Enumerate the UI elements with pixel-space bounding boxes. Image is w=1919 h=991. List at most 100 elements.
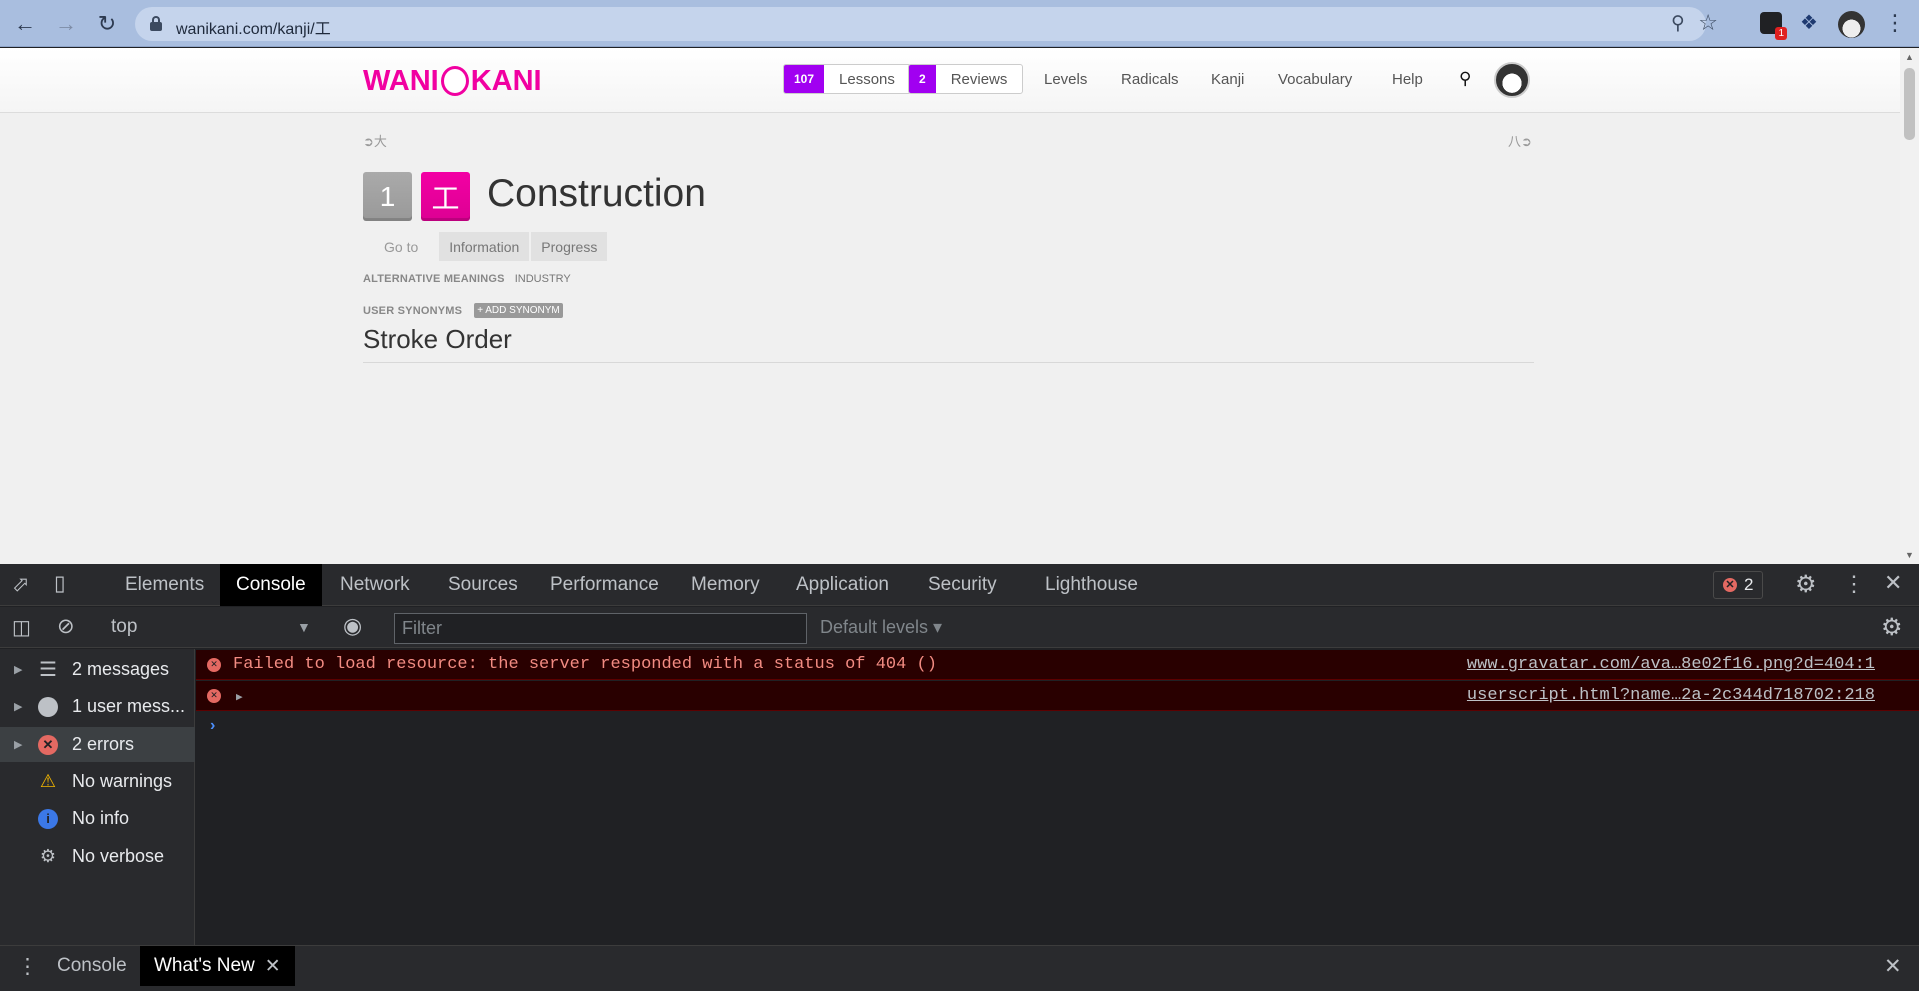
devtools-panel: ⬀ ▯ Elements Console Network Sources Per… bbox=[0, 564, 1919, 991]
zoom-icon[interactable]: ⚲ bbox=[1671, 12, 1685, 35]
nav-kanji[interactable]: Kanji bbox=[1211, 71, 1244, 88]
chevron-down-icon[interactable]: ▼ bbox=[297, 619, 311, 635]
alternative-meanings-value: INDUSTRY bbox=[514, 273, 571, 285]
tab-memory[interactable]: Memory bbox=[675, 564, 776, 606]
expand-triangle-icon[interactable]: ▶ bbox=[14, 700, 34, 713]
info-icon: i bbox=[38, 808, 58, 829]
drawer-tab-console[interactable]: Console bbox=[43, 946, 141, 986]
browser-menu-icon[interactable]: ⋮ bbox=[1884, 10, 1906, 36]
scrollbar-thumb[interactable] bbox=[1904, 68, 1915, 140]
devtools-drawer: ⋮ Console What's New ✕ ✕ bbox=[0, 945, 1919, 991]
sidebar-toggle-icon[interactable]: ◫ bbox=[12, 615, 31, 640]
sidebar-item-messages[interactable]: ▶ ☰ 2 messages bbox=[0, 652, 195, 687]
scroll-up-icon[interactable]: ▲ bbox=[1905, 52, 1914, 62]
extension-badge: 1 bbox=[1775, 27, 1787, 40]
forward-arrow-icon[interactable]: → bbox=[51, 9, 81, 39]
close-drawer-icon[interactable]: ✕ bbox=[1884, 954, 1902, 979]
list-icon: ☰ bbox=[39, 659, 57, 681]
console-source-link[interactable]: userscript.html?name…2a-2c344d718702:218 bbox=[1467, 686, 1875, 705]
tab-sources[interactable]: Sources bbox=[432, 564, 534, 606]
filter-input[interactable] bbox=[394, 613, 807, 644]
settings-gear-icon[interactable]: ⚙ bbox=[1795, 570, 1817, 599]
wanikani-logo[interactable]: WANI KANI bbox=[363, 65, 542, 98]
inspect-element-icon[interactable]: ⬀ bbox=[12, 572, 30, 597]
extension-icon[interactable]: 1 bbox=[1760, 12, 1787, 40]
drawer-menu-icon[interactable]: ⋮ bbox=[17, 954, 38, 979]
stroke-order-heading: Stroke Order bbox=[363, 324, 1534, 363]
console-output[interactable]: ✕ Failed to load resource: the server re… bbox=[196, 649, 1919, 945]
expand-triangle-icon[interactable]: ▶ bbox=[14, 738, 34, 751]
live-expression-eye-icon[interactable]: ◉ bbox=[343, 613, 362, 639]
puzzle-extensions-icon[interactable]: ❖ bbox=[1800, 12, 1822, 34]
logo-text-right: KANI bbox=[470, 65, 542, 97]
expand-triangle-icon[interactable]: ▶ bbox=[236, 690, 243, 704]
back-arrow-icon[interactable]: ← bbox=[10, 9, 40, 39]
tab-application[interactable]: Application bbox=[780, 564, 905, 606]
close-devtools-icon[interactable]: ✕ bbox=[1884, 570, 1902, 596]
sidebar-item-errors[interactable]: ▶ ✕ 2 errors bbox=[0, 727, 195, 762]
expand-triangle-icon[interactable]: ▶ bbox=[14, 663, 34, 676]
goto-information-button[interactable]: Information bbox=[439, 232, 530, 261]
console-sidebar: ▶ ☰ 2 messages ▶ 1 user mess... ▶ ✕ 2 er… bbox=[0, 649, 195, 945]
sidebar-item-verbose[interactable]: ⚙ No verbose bbox=[0, 839, 195, 874]
lock-icon bbox=[150, 16, 162, 31]
console-message-text: Failed to load resource: the server resp… bbox=[233, 655, 937, 674]
sidebar-item-info[interactable]: i No info bbox=[0, 801, 195, 836]
drawer-tab-whats-new[interactable]: What's New ✕ bbox=[140, 946, 295, 986]
nav-vocabulary[interactable]: Vocabulary bbox=[1278, 71, 1352, 88]
alternative-meanings-label: ALTERNATIVE MEANINGS bbox=[363, 273, 505, 285]
bug-icon: ⚙ bbox=[39, 846, 57, 866]
bookmark-star-icon[interactable]: ☆ bbox=[1698, 10, 1718, 36]
reviews-count: 2 bbox=[909, 65, 936, 93]
tab-lighthouse[interactable]: Lighthouse bbox=[1029, 564, 1154, 606]
error-icon: ✕ bbox=[207, 658, 221, 672]
user-avatar[interactable] bbox=[1494, 62, 1530, 98]
nav-help[interactable]: Help bbox=[1392, 71, 1423, 88]
error-count: 2 bbox=[1744, 575, 1754, 594]
error-count-badge[interactable]: ✕ 2 bbox=[1713, 571, 1764, 599]
lessons-label: Lessons bbox=[839, 70, 895, 88]
sidebar-item-label: No info bbox=[72, 808, 130, 828]
browser-toolbar: ← → ↻ wanikani.com/kanji/工 ⚲ ☆ 1 ❖ ⋮ bbox=[0, 0, 1919, 47]
context-select[interactable]: top bbox=[111, 616, 137, 638]
sidebar-item-warnings[interactable]: ⚠ No warnings bbox=[0, 764, 195, 799]
add-synonym-button[interactable]: + ADD SYNONYM bbox=[474, 303, 563, 318]
reload-icon[interactable]: ↻ bbox=[92, 9, 122, 39]
nav-levels[interactable]: Levels bbox=[1044, 71, 1087, 88]
sidebar-item-label: No warnings bbox=[72, 771, 173, 791]
tab-elements[interactable]: Elements bbox=[109, 564, 220, 606]
profile-avatar[interactable] bbox=[1838, 11, 1865, 38]
error-icon: ✕ bbox=[38, 734, 58, 755]
tab-performance[interactable]: Performance bbox=[534, 564, 675, 606]
devtools-menu-icon[interactable]: ⋮ bbox=[1843, 571, 1865, 597]
address-url[interactable]: wanikani.com/kanji/工 bbox=[176, 15, 331, 39]
console-toolbar: ◫ ⊘ top ▼ ◉ Default levels ▾ ⚙ bbox=[0, 607, 1919, 648]
console-settings-gear-icon[interactable]: ⚙ bbox=[1881, 613, 1903, 642]
alternative-meanings-row: ALTERNATIVE MEANINGS INDUSTRY bbox=[363, 273, 571, 285]
tab-network[interactable]: Network bbox=[324, 564, 426, 606]
scroll-down-icon[interactable]: ▼ bbox=[1905, 550, 1914, 560]
address-bar[interactable]: wanikani.com/kanji/工 ⚲ ☆ bbox=[135, 7, 1718, 41]
prev-kanji-link[interactable]: ➲大 bbox=[363, 131, 387, 150]
nav-radicals[interactable]: Radicals bbox=[1121, 71, 1179, 88]
clear-console-icon[interactable]: ⊘ bbox=[57, 614, 75, 639]
reviews-button[interactable]: 2 Reviews bbox=[908, 64, 1024, 94]
level-badge[interactable]: 1 bbox=[363, 172, 412, 221]
goto-progress-button[interactable]: Progress bbox=[531, 232, 608, 261]
page-viewport: WANI KANI 107 Lessons 2 Reviews Levels Ra… bbox=[0, 48, 1919, 564]
next-kanji-link[interactable]: 八➲ bbox=[1508, 131, 1532, 150]
device-toolbar-icon[interactable]: ▯ bbox=[54, 571, 66, 596]
sidebar-item-user-messages[interactable]: ▶ 1 user mess... bbox=[0, 689, 195, 724]
console-prompt-icon[interactable]: › bbox=[210, 717, 215, 735]
site-header: WANI KANI 107 Lessons 2 Reviews Levels Ra… bbox=[0, 48, 1900, 113]
default-levels-dropdown[interactable]: Default levels ▾ bbox=[820, 617, 942, 638]
console-error-row[interactable]: ✕ ▶ userscript.html?name…2a-2c344d718702… bbox=[196, 681, 1919, 711]
tab-console[interactable]: Console bbox=[220, 564, 322, 606]
tab-security[interactable]: Security bbox=[912, 564, 1013, 606]
lessons-button[interactable]: 107 Lessons bbox=[783, 64, 911, 94]
search-icon[interactable]: ⚲ bbox=[1459, 69, 1471, 89]
page-scrollbar[interactable]: ▲ ▼ bbox=[1900, 48, 1919, 564]
console-source-link[interactable]: www.gravatar.com/ava…8e02f16.png?d=404:1 bbox=[1467, 655, 1875, 674]
console-error-row[interactable]: ✕ Failed to load resource: the server re… bbox=[196, 650, 1919, 680]
close-tab-icon[interactable]: ✕ bbox=[265, 955, 281, 978]
